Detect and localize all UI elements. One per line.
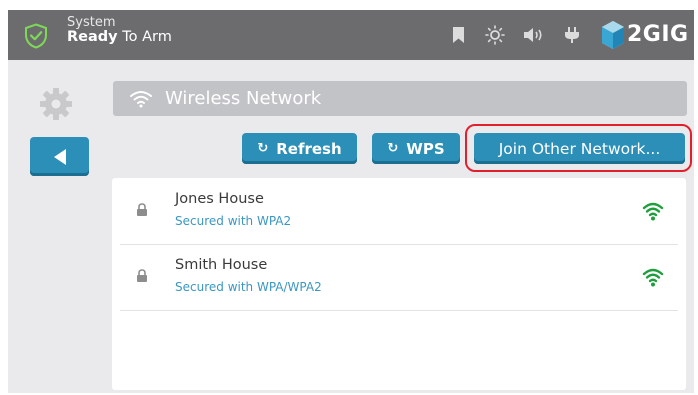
brand-cube-icon xyxy=(602,21,624,49)
page-title-bar: Wireless Network xyxy=(113,81,687,116)
network-name: Smith House xyxy=(175,257,268,273)
back-button[interactable] xyxy=(30,137,89,176)
refresh-icon: ↻ xyxy=(257,141,269,156)
wifi-strong-icon xyxy=(642,268,664,287)
network-name: Jones House xyxy=(175,191,264,207)
brightness-icon[interactable] xyxy=(485,25,505,45)
back-arrow-icon xyxy=(53,148,66,165)
network-list: Jones House Secured with WPA2 Smith Hous… xyxy=(112,178,686,390)
brand-logo-text: 2GIG xyxy=(627,22,689,47)
status-label: System xyxy=(67,15,116,30)
system-status: System Ready To Arm xyxy=(67,15,172,46)
join-button-label: Join Other Network... xyxy=(498,139,661,158)
page-title: Wireless Network xyxy=(165,88,322,109)
wifi-icon xyxy=(130,91,152,108)
network-security: Secured with WPA2 xyxy=(175,214,292,228)
bookmark-icon[interactable] xyxy=(452,26,465,44)
lock-icon xyxy=(137,269,147,282)
refresh-button-label: Refresh xyxy=(276,139,342,158)
list-item[interactable]: Smith House Secured with WPA/WPA2 xyxy=(120,244,678,311)
wifi-strong-icon xyxy=(642,202,664,221)
volume-icon[interactable] xyxy=(523,26,545,44)
wps-icon: ↻ xyxy=(387,141,399,156)
status-header: System Ready To Arm 2GIG xyxy=(8,10,694,60)
gear-icon[interactable] xyxy=(38,86,74,122)
arm-status: Ready To Arm xyxy=(67,29,172,46)
panel-screen: System Ready To Arm 2GIG Wireless Networ… xyxy=(8,10,694,393)
refresh-button[interactable]: ↻ Refresh xyxy=(242,133,357,164)
join-other-network-button[interactable]: Join Other Network... xyxy=(474,133,685,164)
list-item[interactable]: Jones House Secured with WPA2 xyxy=(120,178,678,245)
network-security: Secured with WPA/WPA2 xyxy=(175,280,322,294)
arm-status-rest: To Arm xyxy=(117,29,172,46)
arm-status-bold: Ready xyxy=(67,29,118,46)
wps-button-label: WPS xyxy=(406,139,445,158)
power-plug-icon xyxy=(565,27,579,43)
shield-check-icon xyxy=(25,23,47,49)
lock-icon xyxy=(137,203,147,216)
wps-button[interactable]: ↻ WPS xyxy=(372,133,460,164)
